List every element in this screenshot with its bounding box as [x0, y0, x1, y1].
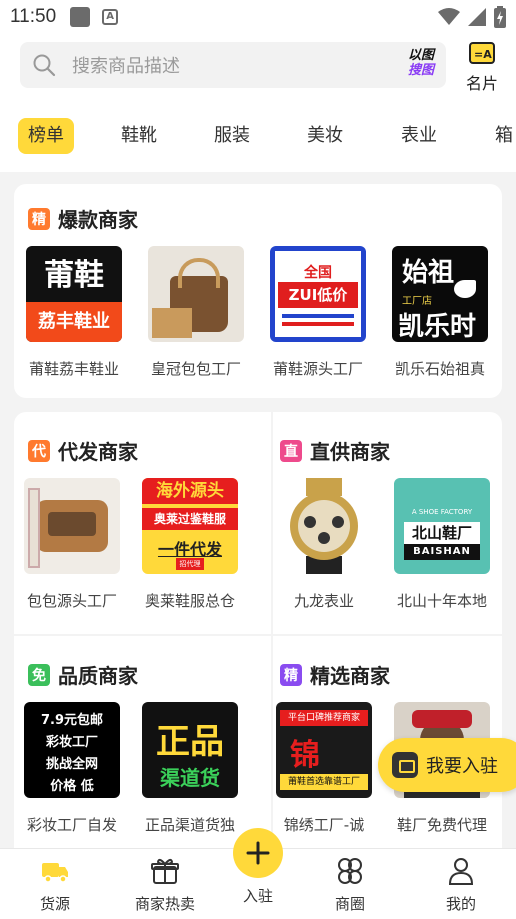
plus-icon: [246, 841, 270, 865]
nav-hot-sale-label: 商家热卖: [134, 895, 195, 913]
tab-watches[interactable]: 表业: [391, 118, 447, 154]
shop-item[interactable]: 全国 ZUI低价 莆鞋源头工厂: [268, 246, 368, 379]
user-icon: [448, 858, 474, 885]
shop-item[interactable]: 正品 渠道货 正品渠道货独: [140, 702, 240, 835]
notification-icon: [70, 7, 91, 27]
tab-clothing[interactable]: 服装: [204, 118, 260, 154]
zhi-badge-icon: 直: [280, 439, 302, 462]
nav-mine-label: 我的: [445, 895, 476, 913]
shop-name: 莆鞋荔丰鞋业: [28, 360, 119, 378]
shop-name: 凯乐石始祖真: [394, 360, 485, 378]
shop-name: 鞋厂免费代理: [396, 816, 487, 834]
jing-badge-icon: 精: [280, 663, 302, 686]
truck-icon: [42, 863, 68, 883]
grid-divider: [14, 634, 502, 636]
tab-shoes[interactable]: 鞋靴: [111, 118, 167, 154]
shop-image: 始祖 工厂店 凯乐时: [392, 246, 488, 342]
nav-hot-sale[interactable]: 商家热卖: [115, 857, 215, 914]
shop-image: [276, 478, 372, 574]
clover-icon: [338, 858, 362, 884]
wifi-icon: [438, 8, 460, 25]
shop-item[interactable]: 7.9元包邮 彩妆工厂 挑战全网 价格 低 彩妆工厂自发: [22, 702, 122, 835]
tab-bags[interactable]: 箱: [485, 118, 516, 154]
gift-icon: [151, 858, 179, 884]
shop-name: 莆鞋源头工厂: [272, 360, 363, 378]
join-float-label: 我要入驻: [426, 756, 498, 777]
nav-mine[interactable]: 我的: [411, 857, 511, 914]
shop-item[interactable]: 平台口碑推荐商家 锦 莆鞋首选靠谱工厂 锦绣工厂-诚: [274, 702, 374, 835]
business-card-icon: =A: [469, 42, 495, 64]
search-placeholder: 搜索商品描述: [72, 56, 180, 77]
shop-image: 平台口碑推荐商家 锦 莆鞋首选靠谱工厂: [276, 702, 372, 798]
shop-name: 包包源头工厂: [26, 592, 117, 610]
shop-item[interactable]: 皇冠包包工厂: [146, 246, 246, 379]
nav-supply-label: 货源: [39, 895, 70, 913]
shop-name: 皇冠包包工厂: [150, 360, 241, 378]
selected-title: 精 精选商家: [280, 660, 390, 689]
hot-sellers-card: 精 爆款商家 莆鞋 荔丰鞋业 莆鞋荔丰鞋业 皇冠包包工厂 全国 ZUI低价 莆鞋…: [14, 184, 502, 398]
shop-image: [148, 246, 244, 342]
dropship-title: 代 代发商家: [28, 436, 138, 465]
status-time: 11:50: [10, 6, 57, 27]
shop-name: 北山十年本地: [396, 592, 487, 610]
shop-name: 九龙表业: [293, 592, 354, 610]
status-bar: 11:50 A: [0, 0, 516, 34]
shop-image: [24, 478, 120, 574]
join-center-button[interactable]: [233, 828, 283, 878]
direct-supply-title: 直 直供商家: [280, 436, 390, 465]
shop-image: 7.9元包邮 彩妆工厂 挑战全网 价格 低: [24, 702, 120, 798]
shop-image: 全国 ZUI低价: [270, 246, 366, 342]
shop-item[interactable]: A SHOE FACTORY 北山鞋厂 BAISHAN 北山十年本地: [392, 478, 492, 611]
search-input[interactable]: 搜索商品描述 以图 搜图: [20, 42, 446, 88]
battery-icon: [494, 6, 506, 28]
shop-image: 莆鞋 荔丰鞋业: [26, 246, 122, 342]
grid-divider: [271, 412, 273, 848]
svg-text:=A: =A: [474, 48, 492, 61]
shop-image: 海外源头 奥莱过鉴鞋服 一件代发 招代理: [142, 478, 238, 574]
shop-name: 奥莱鞋服总仓: [144, 592, 235, 610]
business-card-button[interactable]: =A 名片: [462, 42, 502, 94]
shop-name: 正品渠道货独: [144, 816, 235, 834]
a-notification-icon: A: [102, 9, 119, 25]
shop-icon: [392, 752, 418, 778]
header: 搜索商品描述 以图 搜图 =A 名片: [0, 34, 516, 98]
image-search-label-2: 搜图: [407, 63, 434, 78]
signal-icon: [468, 8, 486, 26]
mian-badge-icon: 免: [28, 663, 50, 686]
shop-item[interactable]: 九龙表业: [274, 478, 374, 611]
shop-item[interactable]: 海外源头 奥莱过鉴鞋服 一件代发 招代理 奥莱鞋服总仓: [140, 478, 240, 611]
quality-title: 免 品质商家: [28, 660, 138, 689]
nav-circle[interactable]: 商圈: [300, 857, 400, 914]
tab-ranking[interactable]: 榜单: [18, 118, 74, 154]
join-float-button[interactable]: 我要入驻: [378, 738, 516, 792]
shop-image: 正品 渠道货: [142, 702, 238, 798]
shop-name: 彩妆工厂自发: [26, 816, 117, 834]
shop-image: A SHOE FACTORY 北山鞋厂 BAISHAN: [394, 478, 490, 574]
dai-badge-icon: 代: [28, 439, 50, 462]
nav-join-label: 入驻: [242, 887, 273, 905]
nav-circle-label: 商圈: [334, 895, 365, 913]
shop-item[interactable]: 包包源头工厂: [22, 478, 122, 611]
hot-sellers-title: 精 爆款商家: [28, 204, 138, 233]
tab-beauty[interactable]: 美妆: [297, 118, 353, 154]
shop-item[interactable]: 莆鞋 荔丰鞋业 莆鞋荔丰鞋业: [24, 246, 124, 379]
category-tabs: 榜单 鞋靴 服装 美妆 表业 箱: [0, 98, 516, 172]
image-search-label-1: 以图: [407, 48, 434, 63]
nav-supply[interactable]: 货源: [5, 857, 105, 914]
image-search-button[interactable]: 以图 搜图: [408, 48, 434, 78]
search-icon: [33, 54, 56, 77]
business-card-label: 名片: [465, 74, 498, 93]
shop-item[interactable]: 始祖 工厂店 凯乐时 凯乐石始祖真: [390, 246, 490, 379]
jing-badge-icon: 精: [28, 207, 50, 230]
shop-name: 锦绣工厂-诚: [283, 816, 365, 834]
